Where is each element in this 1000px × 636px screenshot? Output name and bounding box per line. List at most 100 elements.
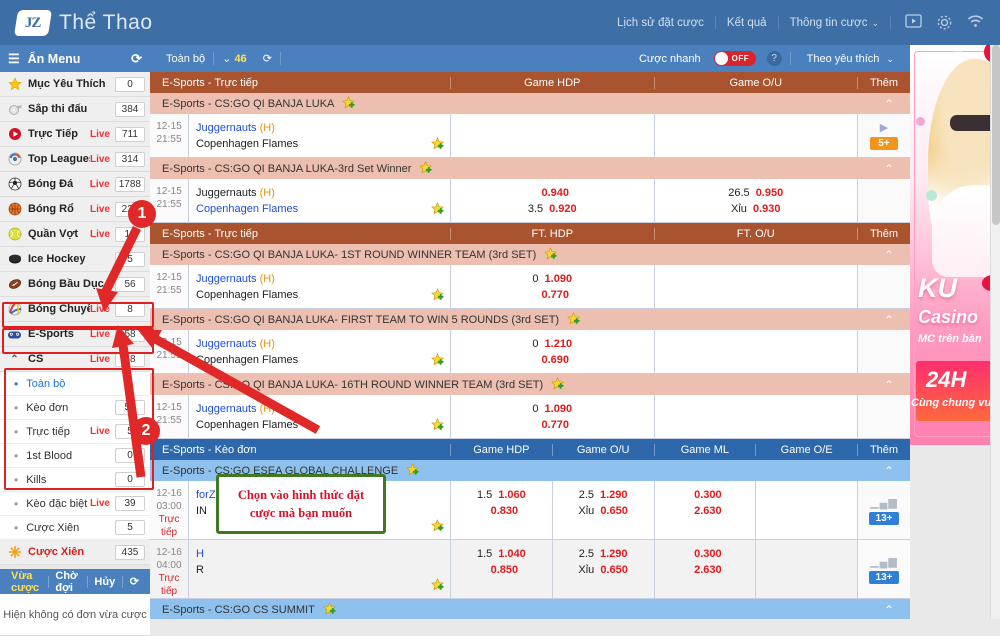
odds-cell[interactable] xyxy=(653,330,857,373)
sidebar-subitem-to-n-b-[interactable]: • Toàn bộ xyxy=(0,372,150,396)
odd-value[interactable]: 1.090 xyxy=(545,271,573,287)
chevron-up-icon[interactable]: ⌃ xyxy=(884,603,894,617)
match-more-cell[interactable]: ▶ 5+ xyxy=(857,114,910,157)
home-team[interactable]: Juggernauts (H) xyxy=(196,120,450,136)
chevron-up-icon[interactable]: ⌃ xyxy=(884,378,894,392)
favourite-star-icon[interactable] xyxy=(431,288,444,301)
sidebar-item-ice-hockey[interactable]: Ice Hockey 5 xyxy=(0,247,150,272)
odds-cell[interactable] xyxy=(755,540,857,598)
match-teams[interactable]: Juggernauts (H) Copenhagen Flames xyxy=(188,179,450,222)
odd-line[interactable]: 0.690 xyxy=(451,352,654,368)
odds-cell[interactable]: 1.5 1.060 0.830 xyxy=(450,481,552,539)
odd-line[interactable]: 0.830 xyxy=(451,503,552,519)
chevron-up-icon[interactable]: ⌃ xyxy=(884,464,894,478)
odd-line[interactable]: 0.770 xyxy=(451,417,654,433)
sidebar-subitem-k-o-c-bi-t[interactable]: • Kèo đặc biệt Live 39 xyxy=(0,492,150,516)
betslip-tab-waiting[interactable]: Chờ đợi xyxy=(48,570,86,594)
sidebar-subitem-1st-blood[interactable]: • 1st Blood 0 xyxy=(0,444,150,468)
odd-value[interactable]: 0.920 xyxy=(549,201,577,217)
home-team[interactable]: H xyxy=(196,546,450,562)
chevron-up-icon[interactable]: ⌃ xyxy=(884,162,894,176)
sidebar-subitem-k-o-n[interactable]: • Kèo đơn 53 xyxy=(0,396,150,420)
odd-value[interactable]: 0.770 xyxy=(541,417,569,433)
nav-bet-history[interactable]: Lịch sử đặt cược xyxy=(606,17,715,29)
odd-value[interactable]: 0.830 xyxy=(491,503,519,519)
odd-line[interactable]: 2.630 xyxy=(655,503,756,519)
match-more-cell[interactable] xyxy=(857,265,910,308)
events-list[interactable]: E-Sports - Trực tiếp Game HDP Game O/U Thêm… xyxy=(150,72,910,619)
home-team[interactable]: Juggernauts (H) xyxy=(196,401,450,417)
sidebar-item-cs[interactable]: ⌃ CS Live 58 xyxy=(0,347,150,372)
help-icon[interactable]: ? xyxy=(766,51,782,66)
betslip-tab-placed[interactable]: Vừa cược xyxy=(4,570,48,594)
odd-value[interactable]: 1.040 xyxy=(498,546,526,562)
match-teams[interactable]: Juggernauts (H) Copenhagen Flames xyxy=(188,114,450,157)
favourite-star-icon[interactable] xyxy=(406,463,420,476)
sidebar-subitem-kills[interactable]: • Kills 0 xyxy=(0,468,150,492)
odds-cell[interactable]: 0.300 2.630 xyxy=(653,540,756,598)
favourite-star-icon[interactable] xyxy=(431,353,444,366)
nav-results[interactable]: Kết quả xyxy=(716,17,778,29)
video-icon[interactable] xyxy=(905,14,922,31)
match-row[interactable]: 12-15 21:55 Juggernauts (H) Copenhagen Flam… xyxy=(150,114,910,158)
odd-line[interactable]: 0.850 xyxy=(451,562,552,578)
odd-value[interactable]: 1.090 xyxy=(545,401,573,417)
odd-line[interactable]: 0.300 xyxy=(655,487,756,503)
match-more-cell[interactable] xyxy=(857,179,910,222)
odds-cell[interactable]: 0 1.090 0.770 xyxy=(450,395,654,438)
odds-cell[interactable]: 26.5 0.950 Xỉu 0.930 xyxy=(653,179,858,222)
league-header[interactable]: E-Sports - CS:GO QI BANJA LUKA- 1ST ROUN… xyxy=(150,244,910,265)
odd-line[interactable]: 0.300 xyxy=(655,546,756,562)
sidebar-item-e-sports[interactable]: E-Sports Live 58 xyxy=(0,322,150,347)
odd-value[interactable]: 2.630 xyxy=(694,503,722,519)
sidebar-item-s-p-thi-u[interactable]: Sắp thi đấu 384 xyxy=(0,97,150,122)
odd-value[interactable]: 0.940 xyxy=(541,185,569,201)
favourite-star-icon[interactable] xyxy=(431,137,444,150)
odds-cell[interactable]: 2.5 1.290 Xỉu 0.650 xyxy=(551,481,654,539)
hamburger-icon[interactable]: ☰ xyxy=(8,51,20,67)
odds-cell[interactable]: 2.5 1.290 Xỉu 0.650 xyxy=(551,540,654,598)
league-header[interactable]: E-Sports - CS:GO CS SUMMIT ⌃ xyxy=(150,599,910,619)
home-team[interactable]: Juggernauts (H) xyxy=(196,336,450,352)
odd-value[interactable]: 1.290 xyxy=(600,546,628,562)
sidebar-item-b-ng-chuy-n[interactable]: Bóng ChuyềnLive 8 xyxy=(0,297,150,322)
odd-line[interactable]: 2.630 xyxy=(655,562,756,578)
favourite-star-icon[interactable] xyxy=(431,418,444,431)
odds-cell[interactable] xyxy=(755,481,857,539)
odd-value[interactable]: 1.290 xyxy=(600,487,628,503)
promo-banner[interactable]: ♛ KU Casino MC trên bàn 24H Cùng chung v… xyxy=(910,45,1000,619)
odd-line[interactable]: 0.940 xyxy=(451,185,654,201)
odd-line[interactable]: 3.5 0.920 xyxy=(451,201,654,217)
odd-line[interactable]: 1.5 1.060 xyxy=(451,487,552,503)
away-team[interactable]: Copenhagen Flames xyxy=(196,417,450,433)
sidebar-subitem-c-c-xi-n[interactable]: • Cược Xiên 5 xyxy=(0,516,150,540)
odds-cell[interactable]: 0 1.090 0.770 xyxy=(450,265,654,308)
refresh-icon[interactable]: ⟳ xyxy=(131,51,142,67)
league-header[interactable]: E-Sports - CS:GO QI BANJA LUKA- 16TH ROU… xyxy=(150,374,910,395)
odds-cell[interactable] xyxy=(653,114,857,157)
match-teams[interactable]: HR xyxy=(188,540,450,598)
odds-cell[interactable]: 1.5 1.040 0.850 xyxy=(450,540,552,598)
odd-line[interactable]: 1.5 1.040 xyxy=(451,546,552,562)
league-header[interactable]: E-Sports - CS:GO QI BANJA LUKA-3rd Set W… xyxy=(150,158,910,179)
favourite-star-icon[interactable] xyxy=(419,161,433,174)
odd-line[interactable]: 0.770 xyxy=(451,287,654,303)
sidebar-item-qu-n-v-t[interactable]: Quần Vợt Live 16 xyxy=(0,222,150,247)
match-teams[interactable]: Juggernauts (H) Copenhagen Flames xyxy=(188,265,450,308)
sidebar-header[interactable]: ☰ Ẩn Menu ⟳ xyxy=(0,45,150,72)
page-scrollbar[interactable] xyxy=(990,45,1000,619)
home-team[interactable]: Juggernauts (H) xyxy=(196,271,450,287)
match-row[interactable]: 12-15 21:55 Juggernauts (H) Copenhagen Flam… xyxy=(150,265,910,309)
chevron-up-icon[interactable]: ⌃ xyxy=(7,352,22,367)
more-markets-badge[interactable]: 13+ xyxy=(868,511,900,525)
quickbet-toggle[interactable]: OFF xyxy=(713,51,756,66)
play-icon[interactable]: ▶ xyxy=(880,121,888,134)
odds-cell[interactable]: 0 1.210 0.690 xyxy=(450,330,654,373)
home-team[interactable]: Juggernauts (H) xyxy=(196,185,450,201)
favourite-star-icon[interactable] xyxy=(567,312,580,325)
stats-bars-icon[interactable]: ▁▄▆ xyxy=(870,555,898,568)
sidebar-item-b-ng-[interactable]: Bóng Đá Live 1788 xyxy=(0,172,150,197)
more-markets-badge[interactable]: 5+ xyxy=(870,137,898,150)
match-more-cell[interactable] xyxy=(857,395,910,438)
odd-line[interactable]: Xỉu 0.930 xyxy=(655,201,858,217)
